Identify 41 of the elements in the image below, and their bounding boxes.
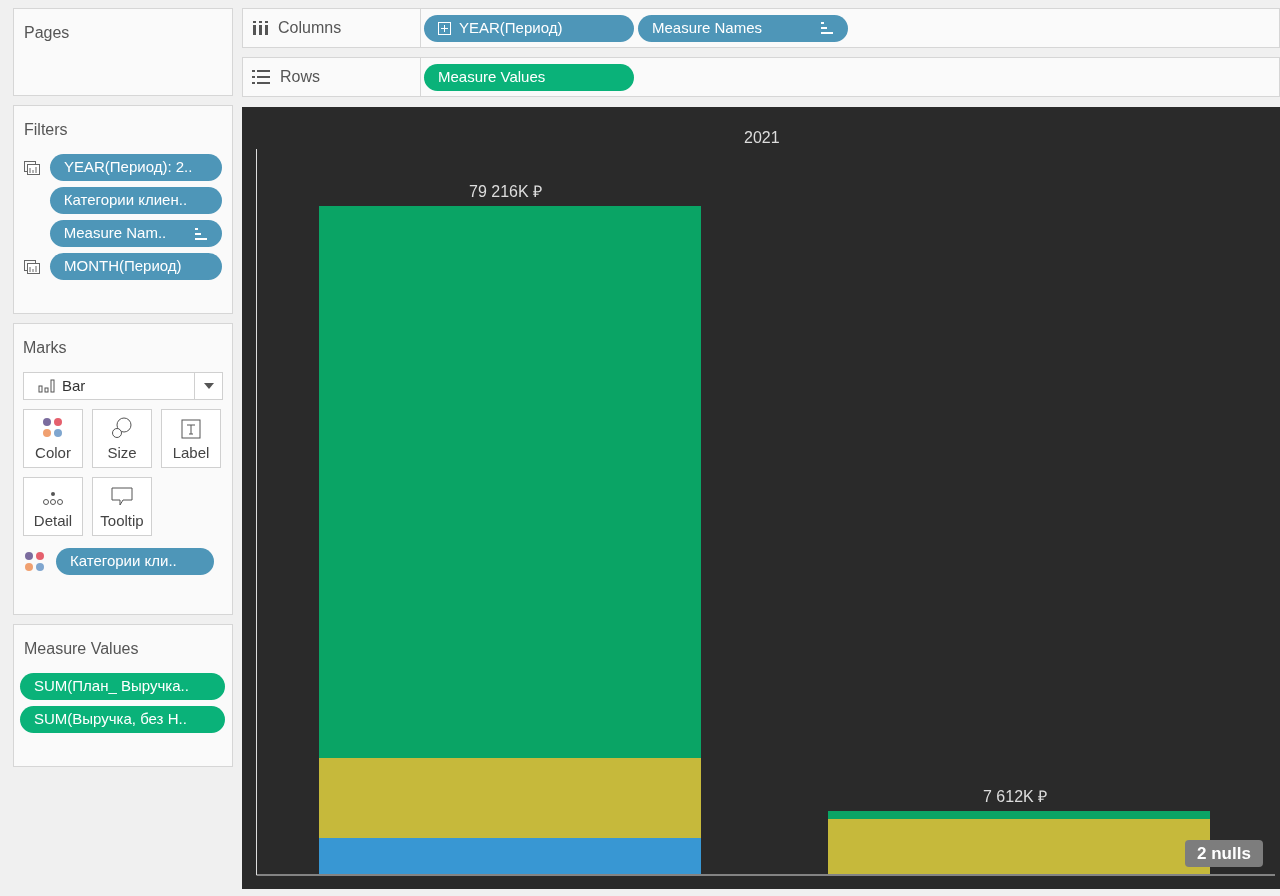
bar-total-label: 79 216K ₽: [469, 182, 543, 202]
shelf-label: Rows: [280, 67, 320, 87]
date-filter-icon: [24, 259, 40, 274]
field-pill[interactable]: SUM(Выручка, без Н..: [20, 706, 225, 733]
rows-icon: [252, 70, 270, 84]
field-pill[interactable]: SUM(План_ Выручка..: [20, 673, 225, 700]
field-pill[interactable]: Категории клиен..: [49, 187, 222, 214]
bar-chart-icon: [38, 379, 56, 393]
shelf-label: Columns: [278, 18, 342, 38]
columns-icon: [252, 21, 268, 35]
nulls-indicator[interactable]: 2 nulls: [1185, 840, 1263, 867]
bar-total-label: 7 612K ₽: [983, 787, 1048, 807]
color-dots-icon: [42, 416, 64, 439]
dots-icon: [42, 490, 64, 507]
date-filter-icon: [24, 160, 40, 175]
field-pill[interactable]: Measure Nam..: [49, 220, 222, 247]
caret-icon: [203, 383, 214, 389]
circles-icon: [111, 416, 133, 439]
field-pill[interactable]: Measure Names: [638, 14, 848, 42]
field-pill[interactable]: YEAR(Период): 2..: [50, 154, 222, 181]
mark-card-button[interactable]: Label: [161, 409, 221, 468]
column-header: 2021: [744, 128, 780, 148]
field-pill[interactable]: Категории кли..: [56, 548, 214, 575]
color-dots-icon: [24, 550, 46, 573]
field-pill[interactable]: YEAR(Период): [424, 14, 634, 42]
panel-title: Measure Values: [23, 639, 140, 659]
sort-icon: [820, 22, 834, 34]
mark-card-button[interactable]: Detail: [23, 477, 83, 536]
plus-box-icon: [438, 21, 451, 35]
panel-title: Marks: [23, 338, 68, 358]
panel-title: Pages: [24, 24, 70, 41]
sort-icon: [194, 227, 208, 240]
field-pill[interactable]: Measure Values: [424, 63, 634, 91]
speech-bubble-icon: [111, 486, 133, 507]
panel-title: Filters: [24, 120, 69, 140]
mark-type-dropdown[interactable]: Bar: [23, 372, 223, 400]
text-box-icon: [181, 418, 201, 439]
mark-card-button[interactable]: Size: [92, 409, 152, 468]
field-pill[interactable]: MONTH(Период): [50, 253, 222, 280]
mark-card-button[interactable]: Color: [23, 409, 83, 468]
mark-card-button[interactable]: Tooltip: [92, 477, 152, 536]
